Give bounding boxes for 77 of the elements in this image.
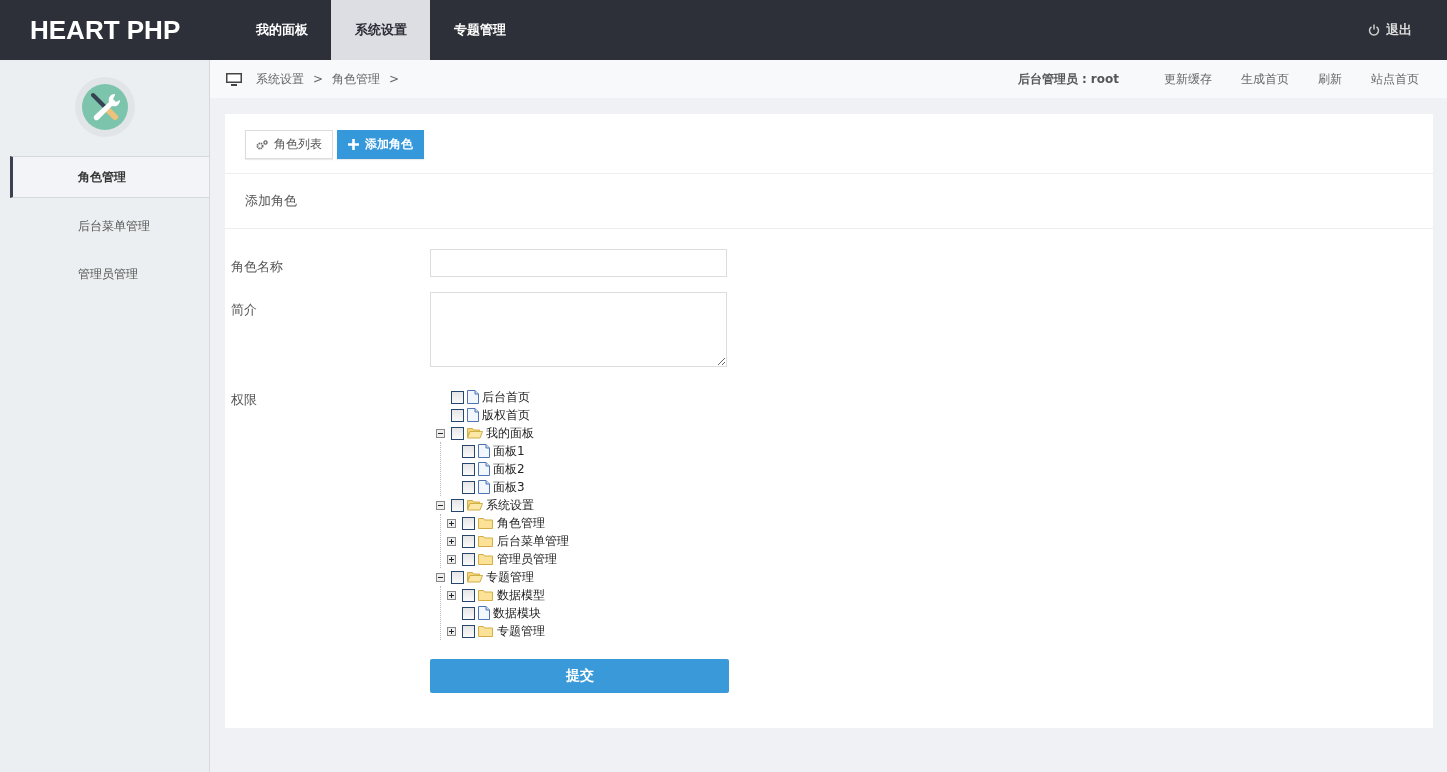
folder-icon (478, 553, 494, 565)
folder-icon (478, 535, 494, 547)
logo: HEART PHP (29, 14, 182, 46)
checkbox[interactable] (451, 426, 464, 440)
checkbox[interactable] (451, 408, 464, 422)
field-label: 权限 (231, 391, 258, 409)
tree-item[interactable]: 面板1 (493, 442, 525, 460)
expand-icon[interactable] (447, 626, 456, 636)
checkbox[interactable] (462, 552, 475, 566)
header-link[interactable]: 站点首页 (1371, 70, 1419, 88)
tree-item[interactable]: 专题管理 (486, 568, 534, 586)
file-icon (478, 444, 490, 458)
checkbox[interactable] (462, 444, 475, 458)
open-folder-icon (467, 571, 483, 583)
checkbox[interactable] (451, 570, 464, 584)
checkbox[interactable] (462, 462, 475, 476)
checkbox[interactable] (462, 516, 475, 530)
tree-item[interactable]: 系统设置 (486, 496, 534, 514)
sidebar-item[interactable]: 角色管理 (10, 156, 209, 198)
tree-item[interactable]: 管理员管理 (497, 550, 557, 568)
file-icon (467, 408, 479, 422)
tree-item[interactable]: 专题管理 (497, 622, 545, 640)
nav-tab[interactable]: 专题管理 (430, 0, 529, 60)
logout-link[interactable]: 退出 (1368, 21, 1412, 39)
nav-tab[interactable]: 系统设置 (331, 0, 430, 60)
tree-item[interactable]: 面板2 (493, 460, 525, 478)
header-link[interactable]: 更新缓存 (1164, 70, 1212, 88)
list-button[interactable]: 角色列表 (245, 130, 333, 159)
file-icon (478, 606, 490, 620)
input-field[interactable] (430, 249, 727, 277)
folder-icon (478, 589, 494, 601)
tree-item[interactable]: 数据模型 (497, 586, 545, 604)
checkbox[interactable] (462, 588, 475, 602)
tree-item[interactable]: 我的面板 (486, 424, 534, 442)
checkbox[interactable] (451, 390, 464, 404)
file-icon (478, 480, 490, 494)
expand-icon[interactable] (447, 590, 456, 600)
gears-icon (256, 139, 268, 150)
open-folder-icon (467, 427, 483, 439)
open-folder-icon (467, 499, 483, 511)
tree-item[interactable]: 角色管理 (497, 514, 545, 532)
plus-icon (348, 139, 359, 150)
admin-label: 后台管理员 : root (1017, 70, 1119, 88)
tree-item[interactable]: 版权首页 (482, 406, 530, 424)
tree-item[interactable]: 后台首页 (482, 388, 530, 406)
checkbox[interactable] (462, 624, 475, 638)
header-link[interactable]: 生成首页 (1241, 70, 1289, 88)
collapse-icon[interactable] (436, 428, 445, 438)
breadcrumb-link[interactable]: 角色管理 (332, 70, 381, 88)
checkbox[interactable] (462, 606, 475, 620)
collapse-icon[interactable] (436, 572, 445, 582)
field-label: 简介 (231, 301, 258, 319)
breadcrumb-separator: > (389, 72, 400, 86)
file-icon (467, 390, 479, 404)
expand-icon[interactable] (447, 554, 456, 564)
header-link[interactable]: 刷新 (1318, 70, 1342, 88)
sidebar-item[interactable]: 后台菜单管理 (10, 202, 209, 250)
checkbox[interactable] (462, 534, 475, 548)
tree-item[interactable]: 面板3 (493, 478, 525, 496)
tree-item[interactable]: 后台菜单管理 (497, 532, 569, 550)
power-icon (1368, 24, 1380, 36)
checkbox[interactable] (462, 480, 475, 494)
collapse-icon[interactable] (436, 500, 445, 510)
folder-icon (478, 625, 494, 637)
nav-tab[interactable]: 我的面板 (232, 0, 331, 60)
section-title: 添加角色 (225, 174, 1433, 229)
monitor-icon (226, 72, 242, 86)
expand-icon[interactable] (447, 536, 456, 546)
checkbox[interactable] (451, 498, 464, 512)
sidebar-item[interactable]: 管理员管理 (10, 250, 209, 298)
breadcrumb-link[interactable]: 系统设置 (256, 70, 304, 88)
expand-icon[interactable] (447, 518, 456, 528)
breadcrumb-separator: > (313, 72, 324, 86)
tree-item[interactable]: 数据模块 (493, 604, 541, 622)
folder-icon (478, 517, 494, 529)
field-label: 角色名称 (231, 258, 284, 276)
file-icon (478, 462, 490, 476)
